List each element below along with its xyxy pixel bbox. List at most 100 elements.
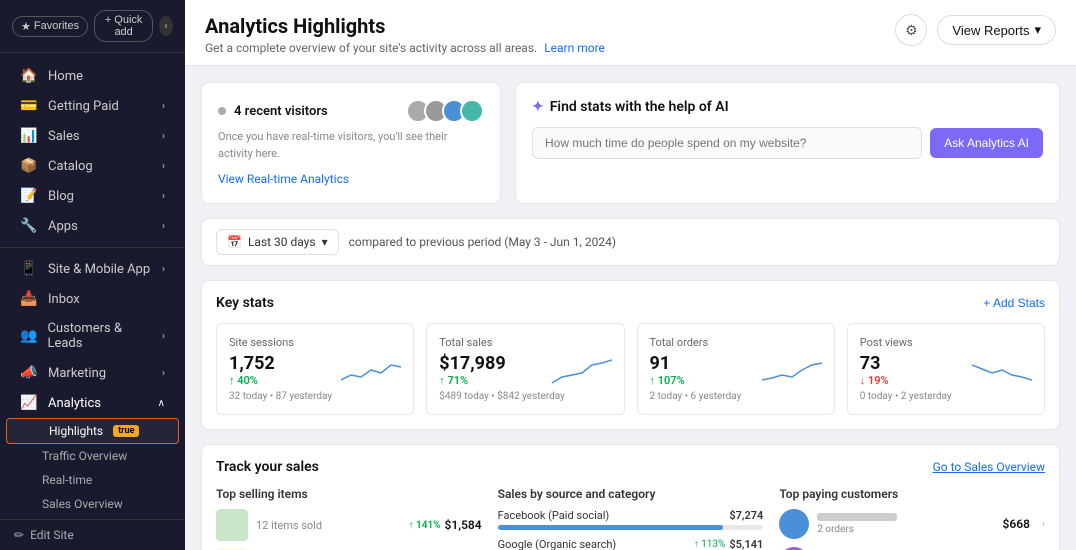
sidebar-item-marketing[interactable]: 📣 Marketing ›	[6, 358, 179, 388]
customer-info: 2 orders	[817, 513, 994, 535]
chevron-right-icon: ›	[162, 368, 165, 379]
product-thumbnail	[216, 509, 248, 541]
chart-icon: 📊	[20, 128, 38, 144]
ai-search-input[interactable]	[532, 127, 922, 159]
sidebar-item-getting-paid[interactable]: 💳 Getting Paid ›	[6, 91, 179, 121]
sidebar-item-sales[interactable]: 📊 Sales ›	[6, 121, 179, 151]
box-icon: 📦	[20, 158, 38, 174]
visitors-card: 4 recent visitors Once you have real-tim…	[201, 82, 501, 204]
bar-background	[498, 525, 764, 530]
sparkline-chart	[762, 355, 822, 385]
chevron-right-icon: ›	[162, 331, 165, 342]
ask-ai-button[interactable]: Ask Analytics AI	[930, 128, 1043, 158]
apps-icon: 🔧	[20, 218, 38, 234]
sidebar-item-sales-overview[interactable]: Sales Overview	[0, 492, 185, 516]
chevron-up-icon: ∧	[158, 398, 165, 409]
analytics-icon: 📈	[20, 395, 38, 411]
stat-value-row: 73 ↓ 19%	[860, 353, 1032, 387]
track-sales-header: Track your sales Go to Sales Overview	[216, 459, 1045, 475]
stat-value-row: $17,989 ↑ 71%	[439, 353, 611, 387]
sidebar-nav: 🏠 Home 💳 Getting Paid › 📊 Sales › 📦 Cata…	[0, 53, 185, 519]
top-selling-column: Top selling items 12 items sold ↑ 141% $…	[216, 487, 482, 550]
header-left: Analytics Highlights Get a complete over…	[205, 14, 605, 55]
page-description: Get a complete overview of your site's a…	[205, 41, 605, 55]
date-period-selector[interactable]: 📅 Last 30 days ▾	[216, 229, 339, 255]
list-item: Facebook (Paid social) $7,274	[498, 509, 764, 530]
stats-grid: Site sessions 1,752 ↑ 40% 32 today • 87 …	[216, 323, 1045, 415]
star-icon: ★	[21, 20, 31, 33]
edit-site-button[interactable]: ✏ Edit Site	[0, 519, 185, 550]
add-stats-button[interactable]: + Add Stats	[983, 296, 1045, 310]
collapse-sidebar-button[interactable]: ‹	[159, 16, 173, 36]
inbox-icon: 📥	[20, 291, 38, 307]
customers-icon: 👥	[20, 328, 37, 344]
visitors-card-top: 4 recent visitors	[218, 99, 484, 123]
stat-value-row: 91 ↑ 107%	[650, 353, 822, 387]
comparison-period-label: compared to previous period (May 3 - Jun…	[349, 235, 616, 249]
stat-value-row: 1,752 ↑ 40%	[229, 353, 401, 387]
sidebar-item-apps[interactable]: 🔧 Apps ›	[6, 211, 179, 241]
key-stats-title: Key stats	[216, 295, 274, 311]
mobile-icon: 📱	[20, 261, 38, 277]
list-item: 2 orders $668 ›	[779, 509, 1045, 539]
sparkline-chart	[972, 355, 1032, 385]
spark-icon: ✦	[532, 99, 544, 115]
stat-card-orders: Total orders 91 ↑ 107% 2 today • 6 yeste…	[637, 323, 835, 415]
sidebar-item-inbox[interactable]: 📥 Inbox	[6, 284, 179, 314]
ai-card: ✦ Find stats with the help of AI Ask Ana…	[515, 82, 1060, 204]
sparkline-chart	[341, 355, 401, 385]
quick-add-button[interactable]: + Quick add	[94, 10, 153, 42]
header-right: ⚙ View Reports ▾	[895, 14, 1056, 46]
sidebar-item-real-time[interactable]: Real-time	[0, 468, 185, 492]
bar-fill	[498, 525, 724, 530]
list-item: 12 items sold ↑ 141% $1,584	[216, 509, 482, 541]
track-sales-section: Track your sales Go to Sales Overview To…	[201, 444, 1060, 550]
key-stats-header: Key stats + Add Stats	[216, 295, 1045, 311]
go-to-sales-link[interactable]: Go to Sales Overview	[933, 460, 1045, 474]
track-sales-title: Track your sales	[216, 459, 319, 475]
avatar	[460, 99, 484, 123]
customer-avatar	[779, 509, 809, 539]
top-cards-row: 4 recent visitors Once you have real-tim…	[201, 82, 1060, 204]
sidebar-item-analytics[interactable]: 📈 Analytics ∧	[6, 388, 179, 418]
sidebar-item-site-mobile[interactable]: 📱 Site & Mobile App ›	[6, 254, 179, 284]
sidebar: ★ Favorites + Quick add ‹ 🏠 Home 💳 Getti…	[0, 0, 185, 550]
sidebar-item-home[interactable]: 🏠 Home	[6, 61, 179, 91]
sales-by-source-column: Sales by source and category Facebook (P…	[498, 487, 764, 550]
learn-more-link[interactable]: Learn more	[544, 41, 605, 55]
chevron-right-icon: ›	[162, 221, 165, 232]
favorites-button[interactable]: ★ Favorites	[12, 16, 88, 37]
ai-card-title: ✦ Find stats with the help of AI	[532, 99, 1043, 115]
chevron-down-icon: ▾	[322, 235, 328, 249]
ai-input-row: Ask Analytics AI	[532, 127, 1043, 159]
blog-icon: 📝	[20, 188, 38, 204]
date-period-row: 📅 Last 30 days ▾ compared to previous pe…	[201, 218, 1060, 266]
customer-name-blur	[817, 513, 897, 521]
chevron-right-icon: ›	[162, 101, 165, 112]
new-badge: true	[113, 425, 139, 437]
sidebar-item-catalog[interactable]: 📦 Catalog ›	[6, 151, 179, 181]
chevron-down-icon: ▾	[1034, 22, 1041, 38]
view-reports-button[interactable]: View Reports ▾	[937, 15, 1056, 45]
item-stats: ↑ 141% $1,584	[409, 518, 482, 532]
content-area: 4 recent visitors Once you have real-tim…	[185, 66, 1076, 550]
credit-card-icon: 💳	[20, 98, 38, 114]
visitors-description: Once you have real-time visitors, you'll…	[218, 129, 484, 162]
gear-icon: ⚙	[905, 22, 918, 39]
marketing-icon: 📣	[20, 365, 38, 381]
list-item: Google (Organic search) ↑ 113% $5,141	[498, 538, 764, 550]
home-icon: 🏠	[20, 68, 38, 84]
sidebar-item-blog[interactable]: 📝 Blog ›	[6, 181, 179, 211]
view-realtime-link[interactable]: View Real-time Analytics	[218, 172, 349, 186]
settings-button[interactable]: ⚙	[895, 14, 927, 46]
sidebar-item-customers-leads[interactable]: 👥 Customers & Leads ›	[6, 314, 179, 358]
sidebar-item-highlights[interactable]: Highlights true	[6, 418, 179, 444]
sidebar-item-traffic-overview[interactable]: Traffic Overview	[0, 444, 185, 468]
chevron-right-icon: ›	[162, 264, 165, 275]
main-content: Analytics Highlights Get a complete over…	[185, 0, 1076, 550]
chevron-right-icon: ›	[162, 161, 165, 172]
status-dot	[218, 107, 226, 115]
page-title: Analytics Highlights	[205, 14, 605, 38]
chevron-right-icon: ›	[162, 131, 165, 142]
stat-card-sessions: Site sessions 1,752 ↑ 40% 32 today • 87 …	[216, 323, 414, 415]
